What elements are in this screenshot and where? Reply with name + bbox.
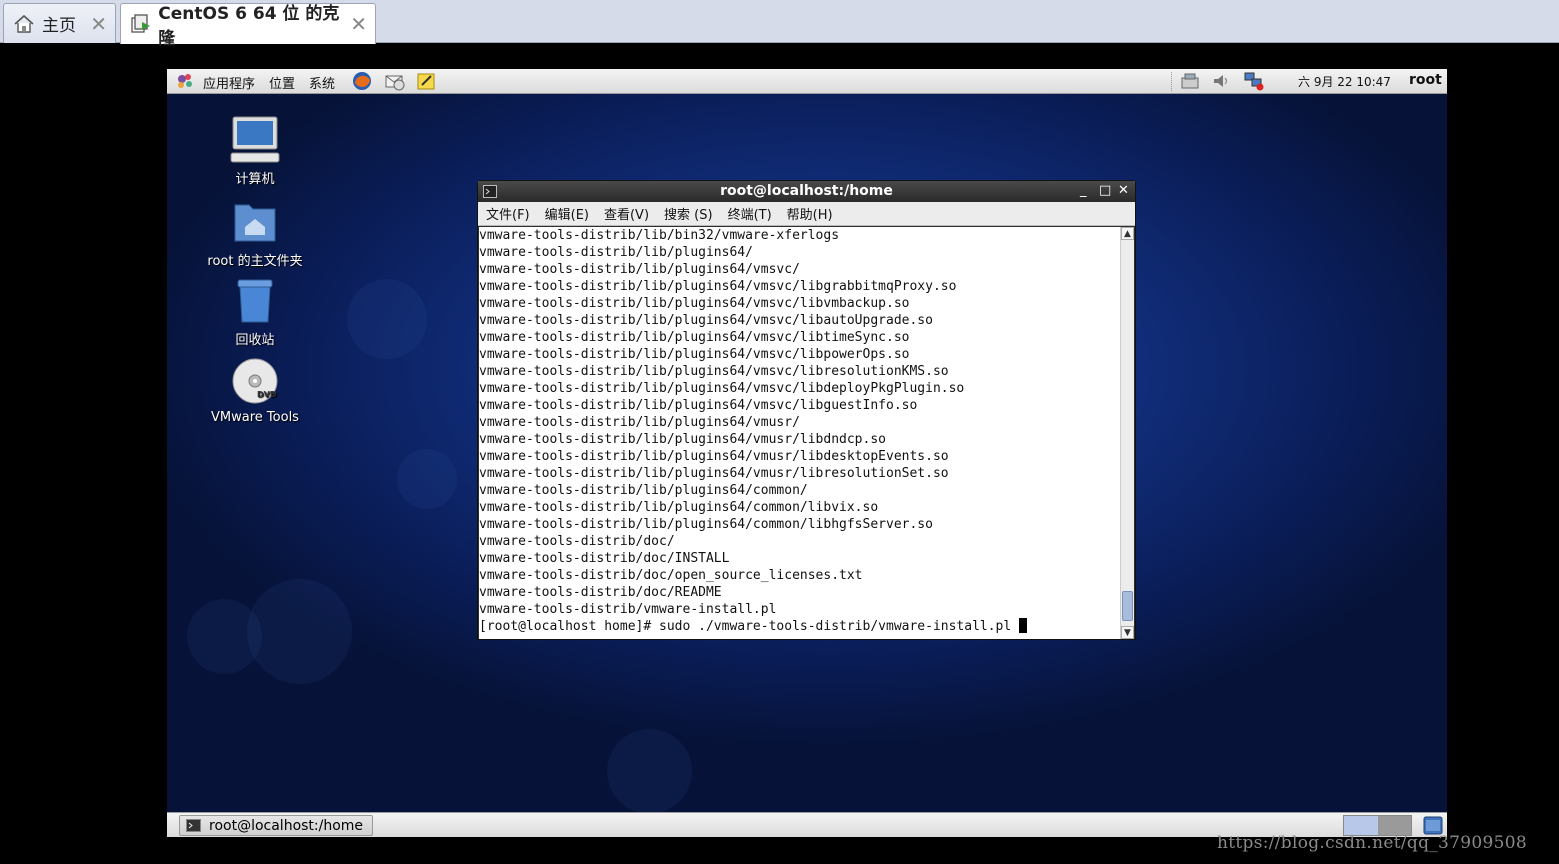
terminal-line: vmware-tools-distrib/lib/plugins64/commo… bbox=[479, 483, 808, 498]
terminal-line: vmware-tools-distrib/lib/plugins64/vmsvc… bbox=[479, 330, 910, 345]
watermark: https://blog.csdn.net/qq_37909508 bbox=[1217, 833, 1527, 853]
clock[interactable]: 六 9月 22 10:47 bbox=[1298, 73, 1391, 90]
terminal-line: vmware-tools-distrib/lib/plugins64/vmsvc… bbox=[479, 262, 800, 277]
terminal-line: vmware-tools-distrib/lib/plugins64/vmsvc… bbox=[479, 381, 965, 396]
taskbar-button-label: root@localhost:/home bbox=[209, 817, 364, 834]
desktop-icon-label: 回收站 bbox=[235, 333, 275, 348]
menu-applications[interactable]: 应用程序 bbox=[203, 73, 255, 92]
svg-text:DVD: DVD bbox=[257, 390, 277, 399]
terminal-line: vmware-tools-distrib/vmware-install.pl bbox=[479, 602, 777, 617]
user-menu[interactable]: root bbox=[1409, 72, 1442, 88]
terminal-scrollbar[interactable]: ▲ ▼ bbox=[1120, 227, 1134, 639]
menu-terminal[interactable]: 终端(T) bbox=[728, 204, 772, 223]
terminal-line: vmware-tools-distrib/lib/plugins64/commo… bbox=[479, 500, 879, 515]
terminal-lines: vmware-tools-distrib/lib/bin32/vmware-xf… bbox=[479, 227, 1120, 618]
menu-view[interactable]: 查看(V) bbox=[604, 204, 649, 223]
terminal-line: vmware-tools-distrib/lib/plugins64/vmusr… bbox=[479, 415, 800, 430]
menu-edit[interactable]: 编辑(E) bbox=[545, 204, 589, 223]
terminal-prompt: [root@localhost home]# sudo ./vmware-too… bbox=[479, 619, 1020, 634]
terminal-line: vmware-tools-distrib/lib/plugins64/vmsvc… bbox=[479, 398, 918, 413]
trash-icon bbox=[229, 276, 281, 326]
minimize-button[interactable]: _ bbox=[1080, 181, 1087, 201]
firefox-icon[interactable] bbox=[352, 71, 372, 91]
mail-icon[interactable] bbox=[384, 71, 405, 91]
menu-system[interactable]: 系统 bbox=[309, 73, 335, 92]
terminal-line: vmware-tools-distrib/doc/INSTALL bbox=[479, 551, 730, 566]
menu-search[interactable]: 搜索 (S) bbox=[664, 204, 713, 223]
terminal-line: vmware-tools-distrib/lib/plugins64/vmusr… bbox=[479, 466, 949, 481]
tab-home-label: 主页 bbox=[42, 16, 76, 36]
maximize-button[interactable]: □ bbox=[1099, 181, 1111, 201]
terminal-line: vmware-tools-distrib/lib/plugins64/vmusr… bbox=[479, 449, 949, 464]
home-icon bbox=[12, 12, 36, 36]
terminal-line: vmware-tools-distrib/doc/open_source_lic… bbox=[479, 568, 863, 583]
desktop-icon-label: 计算机 bbox=[235, 172, 275, 187]
close-icon[interactable]: ✕ bbox=[90, 12, 107, 36]
scroll-down-icon[interactable]: ▼ bbox=[1121, 626, 1134, 639]
terminal-icon bbox=[483, 184, 497, 204]
volume-icon[interactable] bbox=[1211, 71, 1231, 91]
desktop-icon-trash[interactable]: 回收站 bbox=[185, 276, 325, 348]
terminal-line: vmware-tools-distrib/lib/plugins64/vmsvc… bbox=[479, 296, 910, 311]
text-cursor bbox=[1019, 618, 1028, 633]
dvd-icon: DVD bbox=[229, 357, 281, 407]
terminal-line: vmware-tools-distrib/doc/README bbox=[479, 585, 722, 600]
desktop-icon-computer[interactable]: 计算机 bbox=[185, 115, 325, 187]
wallpaper-bubble bbox=[347, 279, 427, 359]
panel-separator bbox=[1171, 72, 1172, 91]
computer-icon bbox=[229, 115, 281, 165]
terminal-line: vmware-tools-distrib/lib/plugins64/vmusr… bbox=[479, 432, 886, 447]
terminal-menubar: 文件(F) 编辑(E) 查看(V) 搜索 (S) 终端(T) 帮助(H) bbox=[478, 202, 1135, 226]
tab-vm-label: CentOS 6 64 位 的克隆 bbox=[158, 4, 340, 49]
terminal-line: vmware-tools-distrib/lib/bin32/vmware-xf… bbox=[479, 228, 840, 243]
terminal-output[interactable]: vmware-tools-distrib/lib/bin32/vmware-xf… bbox=[479, 227, 1120, 639]
wallpaper-bubble bbox=[187, 599, 262, 674]
menu-places[interactable]: 位置 bbox=[269, 73, 295, 92]
terminal-line: vmware-tools-distrib/lib/plugins64/ bbox=[479, 245, 753, 260]
taskbar-button-terminal[interactable]: root@localhost:/home bbox=[179, 815, 373, 836]
scrollbar-thumb[interactable] bbox=[1122, 591, 1133, 621]
wallpaper-bubble bbox=[607, 729, 692, 814]
terminal-line: vmware-tools-distrib/lib/plugins64/commo… bbox=[479, 517, 933, 532]
terminal-line: vmware-tools-distrib/lib/plugins64/vmsvc… bbox=[479, 364, 949, 379]
close-icon[interactable]: ✕ bbox=[350, 12, 367, 36]
tab-home[interactable]: 主页 ✕ bbox=[3, 3, 116, 43]
desktop-icon-label: root 的主文件夹 bbox=[207, 254, 303, 269]
network-icon[interactable] bbox=[1179, 71, 1199, 91]
terminal-line: vmware-tools-distrib/lib/plugins64/vmsvc… bbox=[479, 347, 910, 362]
gnome-top-panel: 应用程序 位置 系统 六 9月 22 10:47 root bbox=[167, 69, 1447, 94]
wallpaper-bubble bbox=[247, 579, 352, 684]
scroll-up-icon[interactable]: ▲ bbox=[1121, 227, 1134, 240]
terminal-line: vmware-tools-distrib/doc/ bbox=[479, 534, 675, 549]
terminal-window[interactable]: root@localhost:/home _ □ ✕ 文件(F) 编辑(E) 查… bbox=[477, 180, 1136, 640]
home-folder-icon bbox=[229, 197, 281, 247]
close-button[interactable]: ✕ bbox=[1118, 181, 1129, 201]
terminal-titlebar[interactable]: root@localhost:/home _ □ ✕ bbox=[478, 181, 1135, 202]
vmware-tab-bar: 主页 ✕ CentOS 6 64 位 的克隆 ✕ bbox=[0, 0, 1559, 49]
menu-help[interactable]: 帮助(H) bbox=[787, 204, 833, 223]
terminal-line: vmware-tools-distrib/lib/plugins64/vmsvc… bbox=[479, 313, 933, 328]
menu-file[interactable]: 文件(F) bbox=[486, 204, 530, 223]
desktop-icon-label: VMware Tools bbox=[211, 410, 299, 425]
desktop-icon-home[interactable]: root 的主文件夹 bbox=[185, 197, 325, 269]
terminal-icon bbox=[186, 819, 201, 832]
terminal-line: vmware-tools-distrib/lib/plugins64/vmsvc… bbox=[479, 279, 957, 294]
terminal-prompt-line[interactable]: [root@localhost home]# sudo ./vmware-too… bbox=[479, 618, 1120, 635]
vm-screen[interactable]: 应用程序 位置 系统 六 9月 22 10:47 root 计算机 root 的… bbox=[167, 69, 1447, 837]
notes-icon[interactable] bbox=[416, 71, 436, 91]
terminal-title: root@localhost:/home bbox=[720, 183, 893, 199]
desktop-icon-vmware-tools[interactable]: DVD VMware Tools bbox=[185, 357, 325, 425]
network-offline-icon[interactable] bbox=[1243, 71, 1264, 91]
gnome-foot-icon[interactable] bbox=[175, 71, 195, 91]
vm-icon bbox=[129, 12, 152, 36]
tab-vm[interactable]: CentOS 6 64 位 的克隆 ✕ bbox=[120, 3, 376, 49]
wallpaper-bubble bbox=[397, 449, 457, 509]
